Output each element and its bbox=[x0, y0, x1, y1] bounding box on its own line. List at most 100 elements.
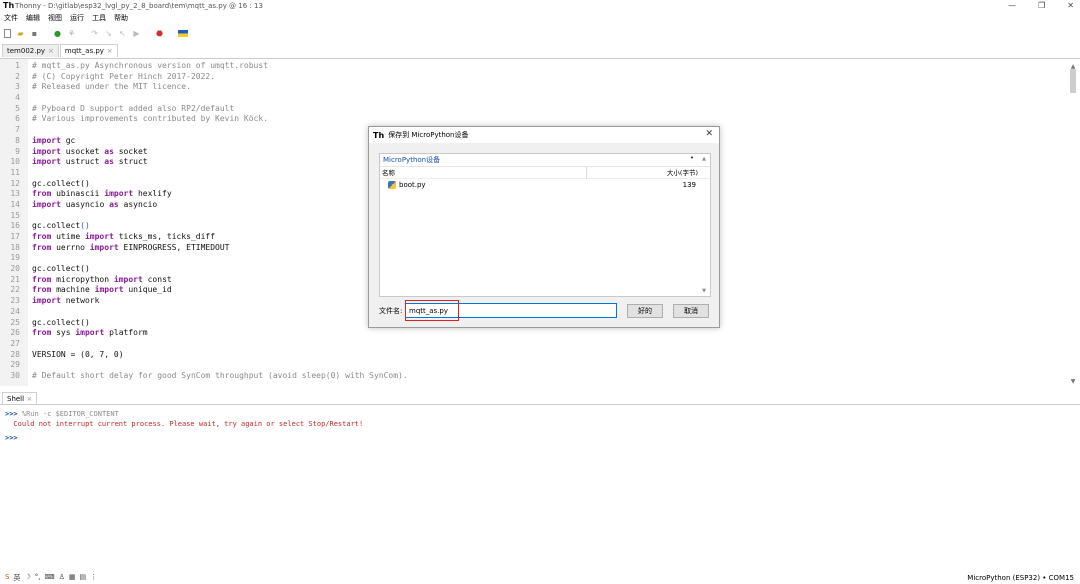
save-icon[interactable]: ▪ bbox=[30, 29, 39, 38]
menu-help[interactable]: 帮助 bbox=[114, 13, 128, 23]
scroll-up-icon[interactable]: ▲ bbox=[700, 156, 708, 162]
tab-tem002[interactable]: tem002.py × bbox=[2, 44, 59, 57]
code-text: # Various improvements contributed by Ke… bbox=[24, 114, 268, 125]
line-number: 15 bbox=[10, 210, 20, 220]
code-line[interactable]: 29 bbox=[0, 360, 1066, 371]
code-line[interactable]: 3 # Released under the MIT licence. bbox=[0, 82, 1066, 93]
code-text: # Released under the MIT licence. bbox=[24, 82, 191, 93]
highlight-box bbox=[405, 300, 459, 321]
scrollbar-thumb[interactable] bbox=[1070, 69, 1076, 93]
filename-label: 文件名: bbox=[379, 306, 403, 315]
editor-scrollbar[interactable]: ▲ ▼ bbox=[1069, 63, 1077, 385]
line-number: 21 bbox=[10, 274, 20, 284]
shell-panel[interactable]: >>> %Run -c $EDITOR_CONTENT Could not in… bbox=[0, 404, 1080, 572]
code-line[interactable]: 28 VERSION = (0, 7, 0) bbox=[0, 350, 1066, 361]
code-line[interactable]: 30 # Default short delay for good SynCom … bbox=[0, 371, 1066, 382]
line-number: 5 bbox=[15, 103, 20, 113]
close-window-button[interactable]: ✕ bbox=[1067, 1, 1074, 10]
menu-view[interactable]: 视图 bbox=[48, 13, 62, 23]
code-line[interactable]: 5 # Pyboard D support added also RP2/defa… bbox=[0, 104, 1066, 115]
shell-line[interactable]: >>> bbox=[0, 433, 1080, 443]
code-text: VERSION = (0, 7, 0) bbox=[24, 350, 124, 361]
ok-button[interactable]: 好的 bbox=[627, 303, 663, 318]
menu-bar: 文件 编辑 视图 运行 工具 帮助 bbox=[0, 12, 128, 23]
menu-file[interactable]: 文件 bbox=[4, 13, 18, 23]
code-line[interactable]: 6 # Various improvements contributed by K… bbox=[0, 114, 1066, 125]
cancel-button[interactable]: 取消 bbox=[673, 303, 709, 318]
close-tab-icon[interactable]: × bbox=[107, 47, 113, 55]
tab-mqtt-as[interactable]: mqtt_as.py × bbox=[59, 44, 118, 57]
line-number: 26 bbox=[10, 328, 20, 338]
line-number: 18 bbox=[10, 242, 20, 252]
code-line[interactable]: 26 from sys import platform bbox=[0, 328, 1066, 339]
menu-dot-icon[interactable]: • bbox=[690, 154, 694, 162]
code-token: gc.collect() bbox=[32, 317, 90, 327]
column-name[interactable]: 名称 bbox=[382, 167, 395, 179]
line-number: 12 bbox=[10, 178, 20, 188]
close-tab-icon[interactable]: × bbox=[26, 395, 32, 403]
sogou-icon[interactable]: S bbox=[5, 573, 9, 583]
backend-status[interactable]: MicroPython (ESP32) • COM15 bbox=[967, 574, 1074, 582]
scroll-down-icon[interactable]: ▼ bbox=[1069, 378, 1077, 385]
punctuation-icon[interactable]: °, bbox=[35, 573, 41, 583]
step-out-icon[interactable]: ↖ bbox=[118, 29, 127, 38]
menu-edit[interactable]: 编辑 bbox=[26, 13, 40, 23]
step-over-icon[interactable]: ↷ bbox=[90, 29, 99, 38]
step-into-icon[interactable]: ↘ bbox=[104, 29, 113, 38]
run-icon[interactable]: ● bbox=[53, 29, 62, 38]
clipboard-icon[interactable]: ▤ bbox=[79, 573, 86, 583]
line-number: 11 bbox=[10, 167, 20, 177]
grid-icon[interactable]: ▦ bbox=[69, 573, 76, 583]
line-number: 24 bbox=[10, 306, 20, 316]
file-list-scrollbar[interactable]: ▲ ▼ bbox=[700, 154, 708, 296]
open-folder-icon[interactable]: ▰ bbox=[16, 29, 25, 38]
editor-tabs: tem002.py × mqtt_as.py × bbox=[0, 44, 119, 57]
moon-icon[interactable]: ☽ bbox=[24, 573, 30, 583]
code-text: # mqtt_as.py Asynchronous version of umq… bbox=[24, 61, 268, 72]
dialog-close-button[interactable]: ✕ bbox=[705, 129, 713, 139]
status-icons: S 英 ☽ °, ⌨ ♙ ▦ ▤ ⋮ bbox=[0, 573, 97, 583]
code-token: from bbox=[32, 189, 52, 199]
scroll-down-icon[interactable]: ▼ bbox=[700, 288, 708, 294]
user-icon[interactable]: ♙ bbox=[59, 573, 65, 583]
close-tab-icon[interactable]: × bbox=[48, 47, 54, 55]
code-token: unique_id bbox=[123, 285, 172, 295]
code-token: import bbox=[32, 146, 61, 156]
column-size[interactable]: 大小(字节) bbox=[586, 167, 706, 179]
code-token: import bbox=[89, 242, 119, 252]
menu-run[interactable]: 运行 bbox=[70, 13, 84, 23]
file-name: boot.py bbox=[399, 181, 426, 189]
shell-prompt: >>> bbox=[5, 434, 18, 442]
ime-mode-icon[interactable]: 英 bbox=[13, 573, 20, 583]
code-text: import uasyncio as asyncio bbox=[24, 200, 157, 211]
more-icon[interactable]: ⋮ bbox=[90, 573, 97, 583]
code-token: gc.collect bbox=[32, 221, 81, 231]
stop-icon[interactable]: ⬣ bbox=[155, 29, 164, 38]
tab-shell[interactable]: Shell × bbox=[2, 392, 38, 404]
code-token: network bbox=[60, 296, 100, 306]
line-number: 25 bbox=[10, 317, 20, 327]
code-token: utime bbox=[51, 232, 85, 241]
minimize-button[interactable]: — bbox=[1008, 1, 1016, 10]
shell-line: >>> %Run -c $EDITOR_CONTENT bbox=[0, 409, 1080, 419]
location-label[interactable]: MicroPython设备 bbox=[383, 155, 440, 165]
code-token: # Default short delay for good SynCom th… bbox=[32, 370, 408, 380]
code-line[interactable]: 1 # mqtt_as.py Asynchronous version of um… bbox=[0, 61, 1066, 72]
ukraine-flag-icon[interactable] bbox=[178, 29, 188, 37]
resume-icon[interactable]: ▶ bbox=[132, 29, 141, 38]
code-token: import bbox=[113, 274, 143, 284]
line-number: 22 bbox=[10, 285, 20, 295]
code-line[interactable]: 4 bbox=[0, 93, 1066, 104]
file-row[interactable]: boot.py 139 bbox=[380, 179, 710, 191]
code-line[interactable]: 2 # (C) Copyright Peter Hinch 2017-2022. bbox=[0, 72, 1066, 83]
code-text: from ubinascii import hexlify bbox=[24, 189, 172, 200]
code-line[interactable]: 27 bbox=[0, 339, 1066, 350]
debug-icon[interactable]: ⚘ bbox=[67, 29, 76, 38]
maximize-button[interactable]: ❐ bbox=[1038, 1, 1045, 10]
keyboard-icon[interactable]: ⌨ bbox=[44, 573, 54, 583]
menu-tools[interactable]: 工具 bbox=[92, 13, 106, 23]
new-file-icon[interactable] bbox=[4, 28, 11, 38]
